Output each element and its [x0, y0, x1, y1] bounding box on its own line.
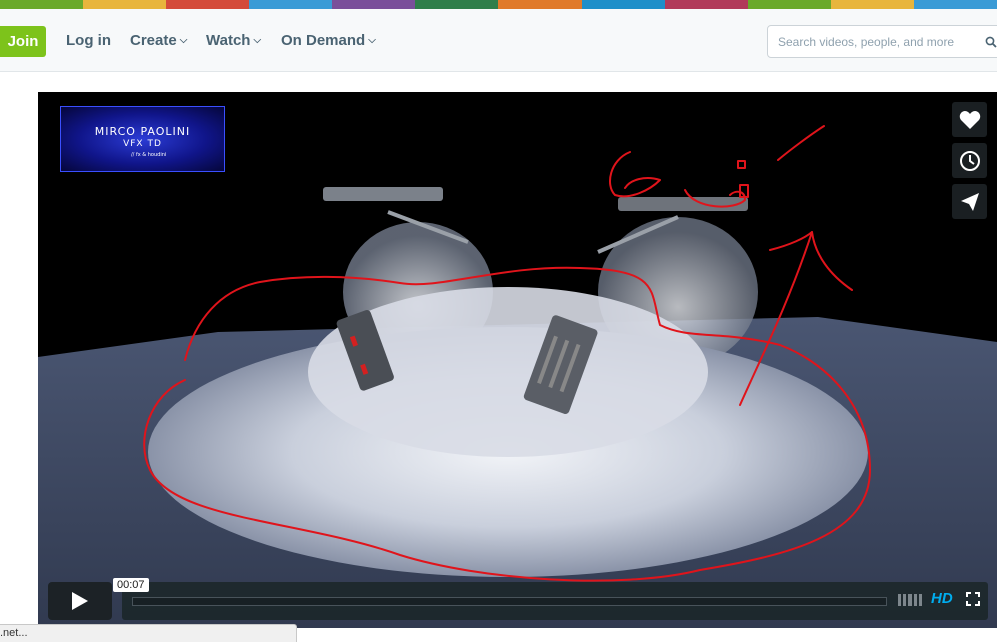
- volume-bar: [913, 594, 917, 606]
- chevron-down-icon: ⌵: [368, 35, 376, 46]
- volume-bar: [903, 594, 907, 606]
- join-button[interactable]: Join: [0, 26, 46, 57]
- chevron-down-icon: ⌵: [253, 35, 262, 46]
- volume-bar: [898, 594, 902, 606]
- heart-icon: [959, 110, 980, 129]
- brand-color-stripe: [0, 0, 997, 9]
- player-controls: 00:07 HD: [48, 578, 988, 620]
- watch-later-button[interactable]: [952, 143, 987, 178]
- play-icon: [72, 592, 88, 610]
- browser-status-bar: .net...: [0, 624, 297, 642]
- volume-bar: [918, 594, 923, 606]
- fullscreen-icon[interactable]: [966, 592, 980, 606]
- login-label: Log in: [66, 32, 111, 49]
- logo-title: MIRCO PAOLINI: [94, 125, 191, 138]
- clock-icon: [959, 150, 980, 171]
- share-button[interactable]: [952, 184, 987, 219]
- watch-label: Watch: [206, 32, 251, 49]
- search-icon[interactable]: [985, 36, 997, 48]
- on-demand-menu[interactable]: On Demand ⌵: [281, 32, 376, 49]
- send-icon: [960, 192, 979, 211]
- volume-bar: [908, 594, 912, 606]
- hd-toggle[interactable]: HD: [931, 590, 953, 607]
- watch-menu[interactable]: Watch ⌵: [206, 32, 261, 49]
- create-label: Create: [130, 32, 177, 49]
- video-frame: [38, 187, 997, 628]
- channel-logo: MIRCO PAOLINI VFX TD // fx & houdini: [60, 106, 225, 172]
- create-menu[interactable]: Create ⌵: [130, 32, 187, 49]
- volume-control[interactable]: [898, 594, 923, 606]
- play-button[interactable]: [48, 582, 112, 620]
- current-time: 00:07: [113, 578, 149, 592]
- progress-bar[interactable]: [132, 597, 887, 606]
- chevron-down-icon: ⌵: [179, 35, 188, 46]
- search-input[interactable]: Search videos, people, and more: [767, 25, 997, 58]
- logo-tag: // fx & houdini: [131, 152, 167, 158]
- top-navigation-bar: Join Log in Create ⌵ Watch ⌵ On Demand ⌵ Se…: [0, 9, 997, 72]
- on-demand-label: On Demand: [281, 32, 366, 49]
- video-player[interactable]: MIRCO PAOLINI VFX TD // fx & houdini 00:…: [38, 92, 997, 628]
- logo-subtitle: VFX TD: [123, 139, 162, 149]
- login-link[interactable]: Log in: [66, 32, 111, 49]
- like-button[interactable]: [952, 102, 987, 137]
